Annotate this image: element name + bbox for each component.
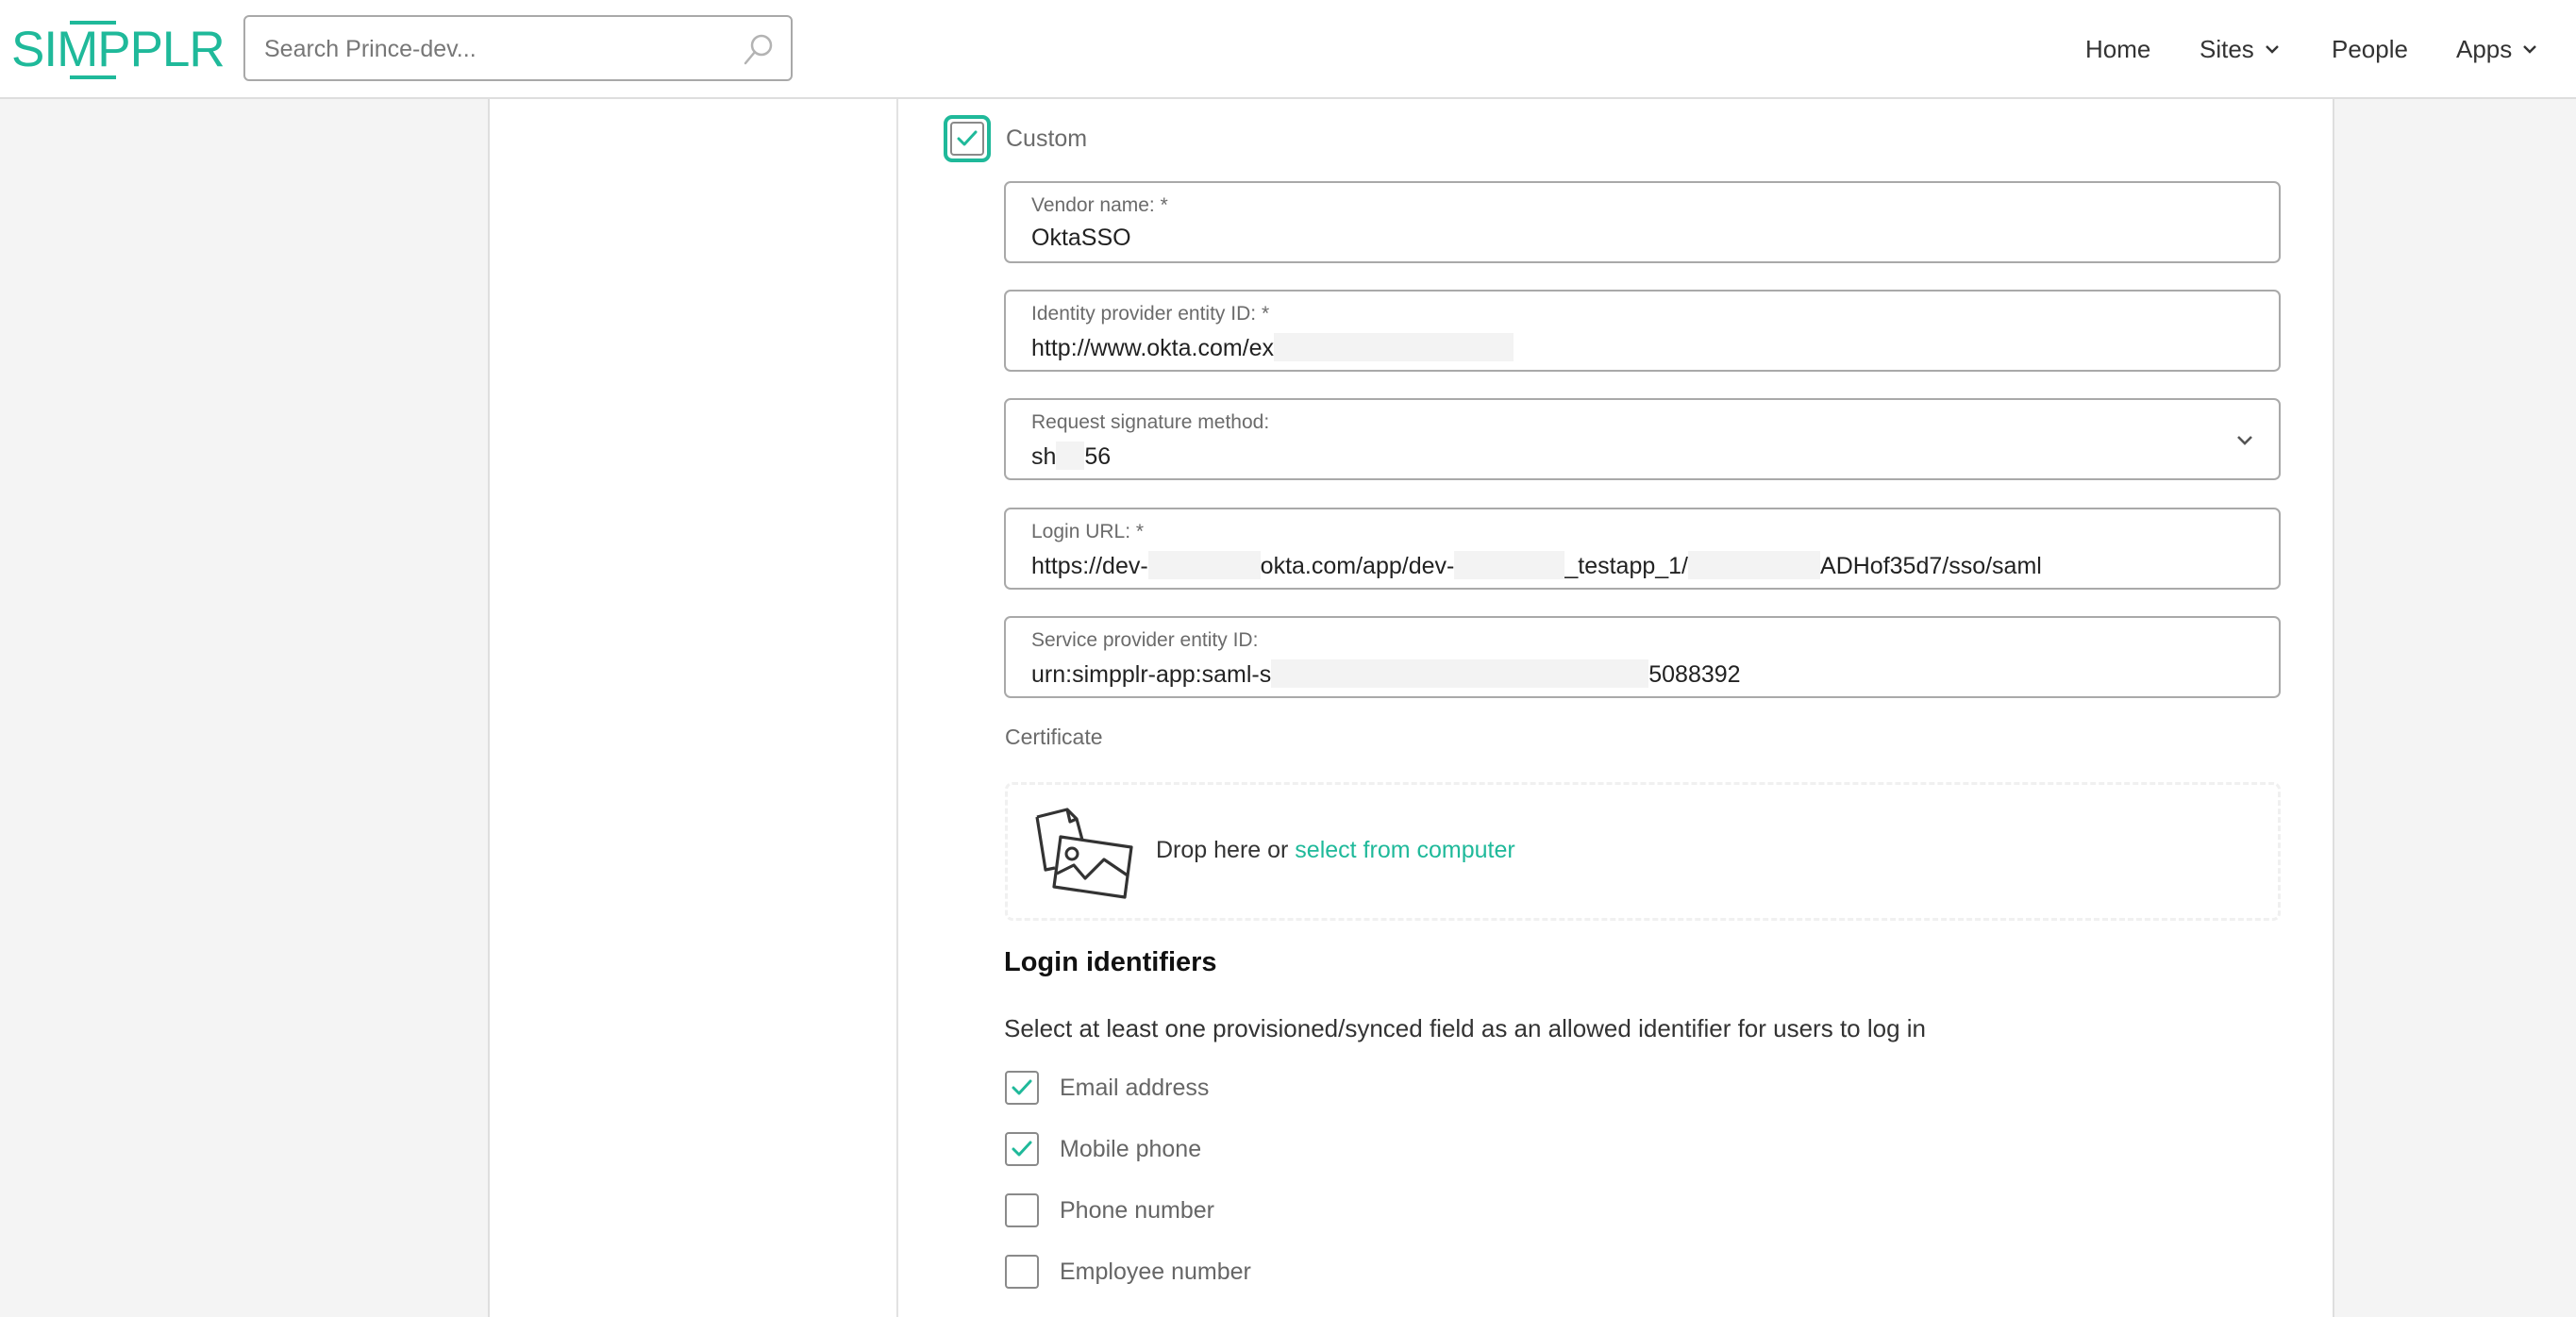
identifier-mobile-phone[interactable]: Mobile phone: [1005, 1131, 1201, 1167]
login-url-field[interactable]: Login URL: * https://dev-okta.com/app/de…: [1004, 508, 2281, 590]
email-address-checkbox[interactable]: [1005, 1071, 1039, 1105]
checkmark-icon: [1012, 1141, 1032, 1157]
sidebar-divider: [896, 99, 898, 1317]
value-text: _testapp_1/: [1564, 553, 1689, 579]
logo-text: SIMPPLR: [11, 22, 226, 77]
checkbox-box: [950, 122, 984, 156]
nav-people-label: People: [2332, 34, 2408, 63]
login-url-value[interactable]: https://dev-okta.com/app/dev- _testapp_1/…: [1031, 551, 2042, 580]
vendor-name-label: Vendor name: *: [1031, 194, 1168, 216]
redacted-text: [1147, 551, 1261, 579]
signature-method-label: Request signature method:: [1031, 411, 1270, 433]
search-input[interactable]: [262, 17, 738, 81]
nav-sites-label: Sites: [2200, 34, 2254, 63]
value-text: 56: [1084, 443, 1112, 470]
logo-bar-top: [70, 21, 116, 25]
sp-entity-id-label: Service provider entity ID:: [1031, 629, 1259, 651]
chevron-down-icon: [2265, 45, 2279, 54]
login-identifiers-heading: Login identifiers: [1004, 947, 1217, 977]
value-text: http://www.okta.com/ex: [1031, 335, 1275, 361]
file-image-icon: [1035, 808, 1133, 899]
chevron-down-icon[interactable]: [2235, 430, 2254, 449]
custom-label: Custom: [1006, 125, 1088, 152]
value-text: https://dev-: [1031, 553, 1148, 579]
nav-apps-label: Apps: [2456, 34, 2513, 63]
employee-number-checkbox[interactable]: [1005, 1255, 1039, 1289]
login-identifiers-description: Select at least one provisioned/synced f…: [1004, 1014, 1927, 1042]
search-box[interactable]: [243, 15, 793, 81]
redacted-text: [1454, 551, 1565, 579]
employee-number-label: Employee number: [1060, 1258, 1251, 1285]
phone-number-label: Phone number: [1060, 1196, 1215, 1224]
logo-bar-bottom: [70, 75, 116, 79]
nav-home[interactable]: Home: [2085, 28, 2150, 70]
certificate-dropzone[interactable]: Drop here or select from computer: [1005, 782, 2281, 921]
value-text: ADHof35d7/sso/saml: [1820, 553, 2042, 579]
idp-entity-id-label: Identity provider entity ID: *: [1031, 303, 1270, 325]
simpplr-logo[interactable]: SIMPPLR: [11, 21, 226, 79]
nav-sites[interactable]: Sites: [2200, 28, 2281, 70]
identifier-email-address[interactable]: Email address: [1005, 1070, 1209, 1106]
idp-entity-id-field[interactable]: Identity provider entity ID: * http://ww…: [1004, 290, 2281, 372]
sp-entity-id-value[interactable]: urn:simpplr-app:saml-s 5088392: [1031, 659, 1741, 689]
signature-method-select[interactable]: Request signature method: sh 56: [1004, 398, 2281, 480]
search-icon[interactable]: [742, 32, 776, 66]
checkmark-icon: [957, 130, 978, 146]
custom-checkbox[interactable]: [944, 115, 991, 162]
login-url-label: Login URL: *: [1031, 521, 1145, 542]
nav-apps[interactable]: Apps: [2456, 28, 2538, 70]
identifier-employee-number[interactable]: Employee number: [1005, 1254, 1251, 1290]
value-text: sh: [1031, 443, 1057, 470]
vendor-name-value[interactable]: OktaSSO: [1031, 225, 1131, 252]
mobile-phone-label: Mobile phone: [1060, 1135, 1202, 1162]
redacted-text: [1688, 551, 1821, 579]
custom-option[interactable]: Custom: [944, 115, 1087, 162]
idp-entity-id-value[interactable]: http://www.okta.com/ex: [1031, 333, 1514, 362]
checkmark-icon: [1012, 1079, 1032, 1095]
chevron-down-icon: [2523, 45, 2537, 54]
redacted-text: [1056, 442, 1085, 470]
select-from-computer-link[interactable]: select from computer: [1295, 837, 1514, 863]
certificate-label: Certificate: [1005, 725, 1103, 749]
value-text: urn:simpplr-app:saml-s: [1031, 661, 1272, 688]
signature-method-value: sh 56: [1031, 442, 1111, 471]
value-text: okta.com/app/dev-: [1260, 553, 1455, 579]
vendor-name-field[interactable]: Vendor name: * OktaSSO: [1004, 181, 2281, 263]
sp-entity-id-field[interactable]: Service provider entity ID: urn:simpplr-…: [1004, 616, 2281, 698]
redacted-text: [1274, 333, 1514, 361]
nav-people[interactable]: People: [2332, 28, 2408, 70]
drop-instructions: Drop here or select from computer: [1156, 837, 1515, 864]
mobile-phone-checkbox[interactable]: [1005, 1132, 1039, 1166]
phone-number-checkbox[interactable]: [1005, 1193, 1039, 1227]
redacted-text: [1271, 659, 1649, 688]
drop-text: Drop here or: [1156, 837, 1296, 863]
nav-home-label: Home: [2085, 34, 2151, 63]
value-text: 5088392: [1648, 661, 1741, 688]
settings-page: [488, 99, 2334, 1317]
email-address-label: Email address: [1060, 1074, 1210, 1101]
identifier-phone-number[interactable]: Phone number: [1005, 1192, 1214, 1228]
top-navbar: SIMPPLR Home Sites People Apps: [0, 0, 2576, 99]
